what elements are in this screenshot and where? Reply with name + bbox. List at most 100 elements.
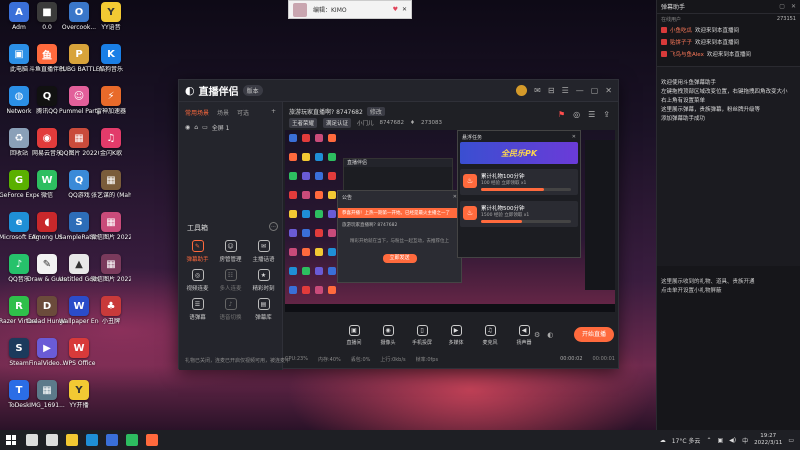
danmu-header[interactable]: 弹幕助手 ▢ ✕	[657, 0, 800, 14]
control-button[interactable]: ▣ 直播间	[341, 325, 367, 346]
share-icon[interactable]: ⇪	[603, 110, 610, 119]
online-label: 在线用户	[661, 16, 682, 23]
pin-icon[interactable]: ▢	[779, 3, 785, 10]
tool-item[interactable]: ✎ 弹幕助手	[181, 240, 214, 263]
tool-item[interactable]: ★ 精彩时刻	[247, 269, 280, 292]
ime-icon[interactable]: 中	[742, 436, 748, 445]
app-icon: ♻	[9, 128, 29, 148]
control-button[interactable]: ▯ 手机投屏	[409, 325, 435, 346]
danmu-message[interactable]: 飞鸟与鱼Alex 欢迎来到本直播间	[657, 48, 800, 60]
task-progress-fill	[481, 220, 522, 223]
top-popup[interactable]: 编辑：KIMO ♥ ✕	[288, 0, 412, 19]
desktop-icon[interactable]: Y YY开播	[62, 380, 96, 409]
desktop-icon[interactable]: ♫ 金闪K歌	[94, 128, 128, 157]
title-bar[interactable]: ◐ 直播伴侣 版本 ✉ ⊟ ☰ — ▢ ✕	[179, 80, 618, 102]
file-explorer-icon[interactable]	[66, 434, 78, 446]
weather-icon[interactable]: ☁	[660, 437, 666, 444]
version-badge[interactable]: 版本	[242, 85, 263, 96]
tab-common-scenes[interactable]: 常用场景	[185, 108, 209, 117]
tool-item[interactable]: ☺ 房管管理	[214, 240, 247, 263]
close-icon[interactable]: ✕	[402, 6, 407, 13]
task-card[interactable]: ♨ 累计礼物500分钟 1500 经验 立即领取 x1	[460, 201, 578, 227]
weather-text[interactable]: 17°C 多云	[672, 436, 701, 445]
danmu-message[interactable]: 贴饼子子 欢迎来到本直播间	[657, 36, 800, 48]
search-icon[interactable]	[26, 434, 38, 446]
volume-icon[interactable]: ◀)	[729, 437, 736, 444]
tool-item[interactable]: ☰ 语弹幕	[181, 298, 214, 321]
control-button[interactable]: ◉ 摄像头	[375, 325, 401, 346]
bottom-controls: ▣ 直播间 ◉ 摄像头 ▯ 手机投屏 ▶ 多媒体 ♫ 麦克风 ◀ 扬声器	[341, 325, 537, 346]
desktop-icon[interactable]: W WPS Office	[62, 338, 96, 367]
danmu-username[interactable]: 贴饼子子	[670, 38, 692, 46]
edit-room-button[interactable]: 修改	[366, 106, 385, 116]
tool-item[interactable]: ✉ 主播话语	[247, 240, 280, 263]
desktop-icon[interactable]: ♣ 小丑牌	[94, 296, 128, 325]
task-card[interactable]: ♨ 累计礼物100分钟 100 经验 立即领取 x1	[460, 169, 578, 195]
edge-icon[interactable]	[86, 434, 98, 446]
room-tag[interactable]: 满足认证	[323, 118, 352, 128]
danmu-username[interactable]: 小鱼吃瓜	[670, 26, 692, 34]
task-view-icon[interactable]	[46, 434, 58, 446]
flag-icon[interactable]: ⚑	[558, 110, 565, 119]
room-tag[interactable]: 王者荣耀	[289, 118, 318, 128]
more-icon[interactable]: ···	[269, 222, 278, 231]
tab-optional[interactable]: 可选	[237, 108, 249, 117]
settings-icon[interactable]: ⚙	[534, 331, 540, 339]
tool-item[interactable]: ☷ 多人连麦	[214, 269, 247, 292]
network-icon[interactable]: ▣	[717, 437, 723, 444]
tool-item[interactable]: ▤ 弹幕库	[247, 298, 280, 321]
eye-icon[interactable]: ◉	[185, 124, 190, 131]
close-icon[interactable]: ✕	[605, 86, 612, 95]
close-icon[interactable]: ✕	[572, 134, 576, 141]
tray-expand-icon[interactable]: ⌃	[706, 437, 711, 444]
notice-send-button[interactable]: 立即发送	[382, 254, 417, 263]
start-button[interactable]	[6, 435, 16, 445]
tool-item[interactable]: ♪ 语音切换	[214, 298, 247, 321]
target-icon[interactable]: ◎	[573, 110, 580, 119]
skin-icon[interactable]: ⊟	[548, 86, 555, 95]
tool-item[interactable]: ◎ 视频连麦	[181, 269, 214, 292]
desktop-icon[interactable]: K 酷狗音乐	[94, 44, 128, 73]
app-icon: T	[9, 380, 29, 400]
desktop-icon[interactable]: Y YY语音	[94, 2, 128, 31]
tab-scenes[interactable]: 场景	[217, 108, 229, 117]
maximize-icon[interactable]: ▢	[591, 86, 599, 95]
start-live-button[interactable]: 开始直播	[574, 327, 614, 342]
lock-icon[interactable]: ⌂	[194, 124, 198, 131]
app-icon: Q	[69, 170, 89, 190]
notification-icon[interactable]: ▭	[788, 437, 794, 444]
pk-banner[interactable]: 全民乐PK	[460, 142, 578, 164]
list-icon[interactable]: ☰	[588, 110, 595, 119]
close-icon[interactable]: ✕	[791, 3, 796, 10]
add-scene-icon[interactable]: +	[271, 108, 276, 117]
preview-desktop-icon	[315, 286, 323, 294]
danmu-message[interactable]: 小鱼吃瓜 欢迎来到本直播间	[657, 24, 800, 36]
store-icon[interactable]	[106, 434, 118, 446]
user-avatar[interactable]	[516, 85, 528, 96]
menu-icon[interactable]: ☰	[562, 86, 569, 95]
beauty-icon[interactable]: ◐	[547, 331, 553, 339]
desktop-icon[interactable]: ▦ 微信图片 20220...	[91, 254, 131, 283]
desktop-icon[interactable]: ⚡ 雷神加速器	[94, 86, 128, 115]
desktop-icon[interactable]: ▦ 张艺谋的 (Mahjong...	[91, 170, 131, 199]
wechat-icon[interactable]	[126, 434, 138, 446]
danmu-username[interactable]: 飞鸟与鱼Alex	[670, 50, 704, 58]
control-icon: ▯	[416, 325, 428, 336]
live-companion-icon[interactable]	[146, 434, 158, 446]
desktop-icon[interactable]: ▦ 微信图片 20220...	[91, 212, 131, 241]
stream-preview[interactable]: 直播伴侣 公告 ✕ 恭喜开播！上热一期第一开始。已经是最火主播之一了 旅游玩家直…	[285, 130, 615, 312]
app-icon: P	[69, 44, 89, 64]
control-button[interactable]: ♫ 麦克风	[477, 325, 503, 346]
room-title[interactable]: 旅游玩家直播啊? 8747682	[289, 107, 363, 116]
clock[interactable]: 19:27 2022/3/11	[754, 433, 782, 447]
status-upload: 上行:0kb/s	[380, 357, 406, 363]
control-button[interactable]: ▶ 多媒体	[443, 325, 469, 346]
danmu-header-controls: ▢ ✕	[779, 3, 796, 10]
preview-desktop-icon	[289, 172, 297, 180]
heart-icon[interactable]: ♥	[393, 6, 398, 13]
minimize-icon[interactable]: —	[576, 86, 584, 95]
mail-icon[interactable]: ✉	[534, 86, 541, 95]
preview-desktop-icon	[302, 172, 310, 180]
status-fps: 帧率:0fps	[415, 357, 439, 363]
scene-item[interactable]: ◉ ⌂ ▭ 全屏 1	[179, 121, 282, 134]
